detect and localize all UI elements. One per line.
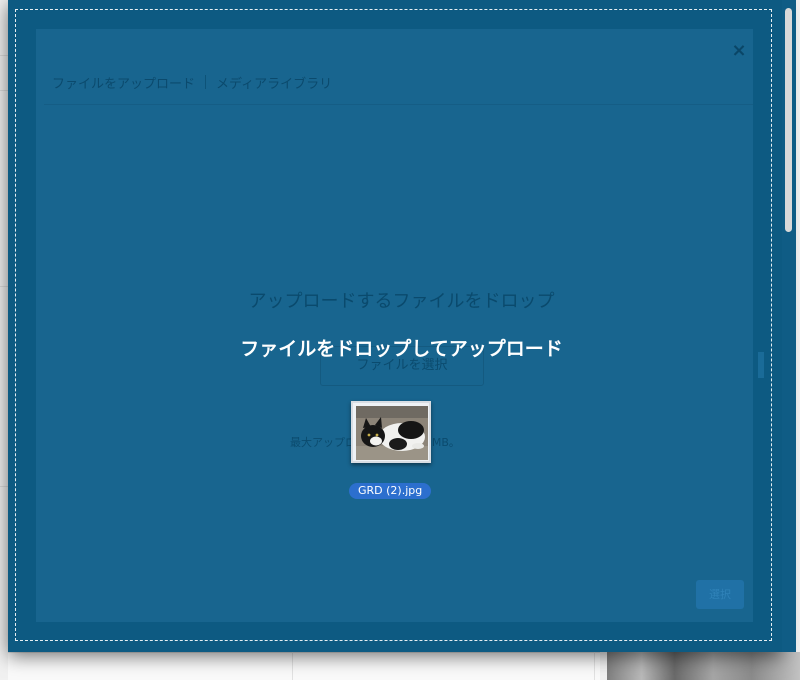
tab-media-library[interactable]: メディアライブラリ bbox=[216, 73, 332, 92]
dragged-file-name: GRD (2).jpg bbox=[349, 483, 432, 499]
background-column-divider bbox=[594, 652, 595, 680]
tab-separator bbox=[205, 75, 207, 89]
modal-content bbox=[36, 29, 753, 622]
modal-tabs: ファイルをアップロード メディアライブラリ bbox=[52, 72, 332, 92]
background-column-divider bbox=[292, 652, 293, 680]
background-photo bbox=[607, 652, 800, 680]
background-table-row bbox=[8, 652, 600, 680]
media-upload-modal: × ファイルをアップロード メディアライブラリ アップロードするファイルをドロッ… bbox=[8, 0, 782, 652]
scrollbar-thumb[interactable] bbox=[785, 8, 792, 232]
tab-upload-files[interactable]: ファイルをアップロード bbox=[52, 73, 195, 92]
tabs-divider bbox=[44, 104, 753, 105]
close-icon[interactable]: × bbox=[728, 40, 750, 62]
insert-button[interactable]: 選択 bbox=[696, 580, 744, 609]
drop-instructions: アップロードするファイルをドロップ bbox=[248, 291, 555, 312]
cat-photo-icon bbox=[356, 406, 428, 460]
drop-to-upload-message: ファイルをドロップしてアップロード bbox=[240, 338, 563, 360]
dragged-file-thumbnail bbox=[351, 401, 431, 463]
